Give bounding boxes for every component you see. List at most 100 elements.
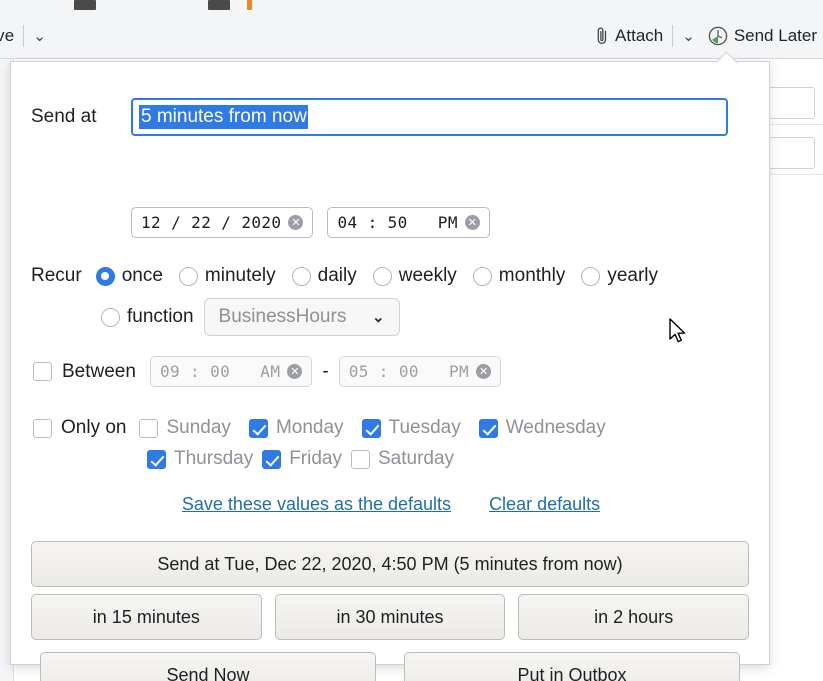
date-field[interactable]: 12 / 22 / 2020 ✕ — [131, 207, 314, 238]
day-checkbox-wednesday[interactable]: Wednesday — [478, 417, 606, 439]
only-on-checkbox[interactable] — [33, 418, 52, 438]
recur-option-monthly-label: monthly — [498, 265, 566, 286]
toolbar-icon-stub-2 — [208, 0, 230, 10]
recur-row: Recur once minutely daily weekly monthly — [11, 265, 771, 287]
radio-weekly-icon[interactable] — [372, 266, 392, 286]
day-label-friday: Friday — [289, 448, 342, 469]
between-end-time-value: 05 : 00 PM — [348, 362, 470, 381]
day-checkbox-tuesday[interactable]: Tuesday — [361, 417, 461, 439]
send-later-button[interactable]: Send Later — [708, 26, 817, 46]
toolbar-icon-stub-1 — [74, 0, 96, 10]
put-in-outbox-label: Put in Outbox — [517, 665, 626, 681]
send-actions-row: Send Now Put in Outbox — [40, 652, 740, 681]
only-on-row: Only on Sunday Monday Tuesday Wednesday — [11, 417, 771, 439]
checkbox-tuesday-icon[interactable] — [361, 418, 381, 438]
radio-once-icon[interactable] — [95, 266, 115, 286]
recur-option-function[interactable]: function — [101, 306, 194, 328]
quick-schedule-row: in 15 minutes in 30 minutes in 2 hours — [31, 594, 750, 640]
toolbar-separator-1 — [23, 25, 25, 47]
send-at-confirm-label: Send at Tue, Dec 22, 2020, 4:50 PM (5 mi… — [157, 553, 623, 574]
date-clear-icon[interactable]: ✕ — [288, 215, 304, 230]
save-chevron-down-icon[interactable]: ⌄ — [33, 27, 46, 45]
in-30-minutes-button[interactable]: in 30 minutes — [274, 594, 506, 640]
in-30-minutes-label: in 30 minutes — [336, 606, 444, 627]
time-clear-icon[interactable]: ✕ — [464, 215, 480, 230]
send-at-input[interactable]: 5 minutes from now — [131, 98, 728, 136]
in-2-hours-button[interactable]: in 2 hours — [518, 594, 750, 640]
radio-function-icon[interactable] — [101, 307, 120, 327]
attach-button[interactable]: Attach — [595, 26, 663, 46]
compose-toolbar: ve ⌄ Attach ⌄ Send Later — [0, 14, 823, 59]
put-in-outbox-label-post: utbox — [582, 664, 627, 681]
save-defaults-link[interactable]: Save these values as the defaults — [182, 494, 451, 515]
send-now-label: Send Now — [166, 665, 249, 681]
function-select-value: BusinessHours — [218, 306, 347, 327]
radio-monthly-icon[interactable] — [472, 266, 492, 286]
recur-option-yearly[interactable]: yearly — [581, 265, 658, 287]
day-checkbox-monday[interactable]: Monday — [248, 417, 344, 439]
send-at-datetime-row: 12 / 22 / 2020 ✕ 04 : 50 PM ✕ — [11, 207, 771, 238]
checkbox-sunday-icon[interactable] — [139, 418, 159, 438]
between-separator: - — [322, 360, 329, 382]
defaults-links-row: Save these values as the defaults Clear … — [11, 494, 771, 515]
day-checkbox-thursday[interactable]: Thursday — [147, 448, 253, 470]
recur-option-daily[interactable]: daily — [291, 265, 357, 287]
day-checkbox-friday[interactable]: Friday — [262, 448, 342, 470]
day-checkbox-saturday[interactable]: Saturday — [351, 448, 454, 470]
put-in-outbox-mnemonic: O — [568, 664, 583, 681]
radio-yearly-icon[interactable] — [581, 266, 601, 286]
between-checkbox[interactable] — [33, 362, 52, 381]
send-now-button[interactable]: Send Now — [40, 652, 376, 681]
recur-option-minutely[interactable]: minutely — [178, 265, 276, 287]
recur-option-weekly-label: weekly — [398, 265, 457, 286]
recur-function-row: function BusinessHours ⌄ — [11, 298, 771, 336]
between-start-clear-icon[interactable]: ✕ — [287, 364, 303, 379]
send-at-input-value: 5 minutes from now — [139, 104, 308, 130]
checkbox-thursday-icon[interactable] — [147, 449, 166, 469]
checkbox-friday-icon[interactable] — [262, 449, 282, 469]
popup-pointer-arrow — [716, 51, 738, 63]
send-at-row: Send at 5 minutes from now — [11, 98, 771, 136]
recur-option-monthly[interactable]: monthly — [472, 265, 566, 287]
between-row: Between 09 : 00 AM ✕ - 05 : 00 PM ✕ — [11, 356, 771, 387]
save-button-partial-label[interactable]: ve — [0, 26, 14, 46]
top-icon-strip — [0, 0, 823, 14]
between-end-time-field[interactable]: 05 : 00 PM ✕ — [338, 356, 502, 387]
put-in-outbox-label-pre: Put in — [517, 664, 569, 681]
between-start-time-field[interactable]: 09 : 00 AM ✕ — [149, 356, 313, 387]
between-end-clear-icon[interactable]: ✕ — [476, 364, 492, 379]
in-15-minutes-button[interactable]: in 15 minutes — [31, 594, 262, 640]
app-screen: ve ⌄ Attach ⌄ Send Later Send at 5 minut… — [0, 0, 823, 681]
time-field[interactable]: 04 : 50 PM ✕ — [327, 207, 490, 238]
between-label: Between — [62, 360, 136, 382]
send-now-label-pre: Send — [166, 664, 214, 681]
recur-option-minutely-label: minutely — [204, 265, 276, 286]
function-select[interactable]: BusinessHours ⌄ — [203, 298, 400, 336]
send-at-confirm-button[interactable]: Send at Tue, Dec 22, 2020, 4:50 PM (5 mi… — [31, 541, 749, 587]
checkbox-wednesday-icon[interactable] — [478, 418, 498, 438]
day-checkbox-sunday[interactable]: Sunday — [139, 417, 231, 439]
toolbar-right-group: Attach ⌄ Send Later — [595, 25, 823, 47]
recur-option-once[interactable]: once — [95, 265, 163, 287]
radio-daily-icon[interactable] — [291, 266, 311, 286]
send-later-label: Send Later — [733, 26, 817, 45]
between-start-time-value: 09 : 00 AM — [159, 362, 281, 381]
in-15-minutes-label: in 15 minutes — [92, 606, 200, 627]
put-in-outbox-button[interactable]: Put in Outbox — [404, 652, 740, 681]
clear-defaults-link[interactable]: Clear defaults — [489, 494, 600, 515]
time-value: 04 : 50 PM — [337, 213, 458, 232]
checkbox-monday-icon[interactable] — [248, 418, 268, 438]
attach-label: Attach — [615, 26, 664, 45]
toolbar-icon-stub-3 — [247, 0, 252, 10]
attach-chevron-down-icon[interactable]: ⌄ — [682, 27, 695, 45]
radio-minutely-icon[interactable] — [178, 266, 198, 286]
in-2-hours-label: in 2 hours — [594, 606, 674, 627]
checkbox-saturday-icon[interactable] — [351, 449, 370, 469]
recur-option-weekly[interactable]: weekly — [372, 265, 457, 287]
send-at-label: Send at — [31, 106, 97, 127]
clock-icon — [708, 26, 728, 46]
toolbar-spacer — [701, 25, 702, 47]
toolbar-left-group: ve ⌄ — [0, 25, 46, 47]
send-now-mnemonic: N — [213, 664, 227, 681]
day-label-tuesday: Tuesday — [388, 417, 461, 438]
